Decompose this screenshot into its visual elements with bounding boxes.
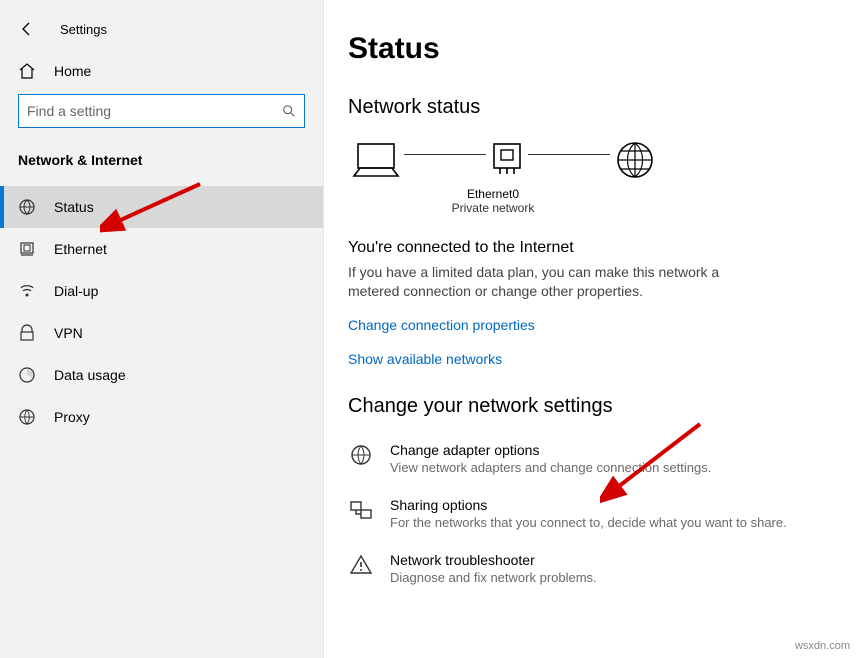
setting-label: Change adapter options <box>390 442 711 458</box>
connected-title: You're connected to the Internet <box>348 239 836 257</box>
nav-label: Status <box>54 199 94 215</box>
sharing-icon <box>348 497 374 523</box>
network-type: Private network <box>348 201 638 215</box>
nav-item-proxy[interactable]: Proxy <box>0 396 323 438</box>
nav-label: Ethernet <box>54 241 107 257</box>
network-name: Ethernet0 <box>348 187 638 201</box>
setting-desc: Diagnose and fix network problems. <box>390 570 597 585</box>
search-box[interactable] <box>18 94 305 128</box>
adapter-icon <box>490 140 524 180</box>
ethernet-icon <box>18 240 36 258</box>
adapter-options-icon <box>348 442 374 468</box>
nav-label: Data usage <box>54 367 126 383</box>
main-content: Status Network status Ethernet0 Private … <box>324 0 860 658</box>
nav-label: Dial-up <box>54 283 98 299</box>
back-button[interactable] <box>18 20 36 38</box>
network-diagram <box>348 139 836 181</box>
link-change-connection-properties[interactable]: Change connection properties <box>348 317 836 333</box>
globe-icon <box>614 139 656 181</box>
setting-label: Sharing options <box>390 497 787 513</box>
nav-item-vpn[interactable]: VPN <box>0 312 323 354</box>
section-change-settings: Change your network settings <box>348 395 836 418</box>
nav-item-ethernet[interactable]: Ethernet <box>0 228 323 270</box>
dialup-icon <box>18 282 36 300</box>
setting-change-adapter-options[interactable]: Change adapter options View network adap… <box>348 442 836 475</box>
category-heading: Network & Internet <box>0 148 323 186</box>
app-title: Settings <box>60 22 107 37</box>
connected-desc: If you have a limited data plan, you can… <box>348 263 768 301</box>
setting-label: Network troubleshooter <box>390 552 597 568</box>
watermark: wsxdn.com <box>795 640 850 652</box>
datausage-icon <box>18 366 36 384</box>
search-input[interactable] <box>27 103 282 119</box>
sidebar: Settings Home Network & Internet Status … <box>0 0 324 658</box>
pc-icon <box>352 140 400 180</box>
nav-item-dialup[interactable]: Dial-up <box>0 270 323 312</box>
nav-label: VPN <box>54 325 83 341</box>
troubleshooter-icon <box>348 552 374 578</box>
search-icon <box>282 104 296 118</box>
diagram-labels: Ethernet0 Private network <box>348 187 638 215</box>
nav-label: Proxy <box>54 409 90 425</box>
link-show-available-networks[interactable]: Show available networks <box>348 351 836 367</box>
page-title: Status <box>348 32 836 66</box>
nav-item-status[interactable]: Status <box>0 186 323 228</box>
nav-item-datausage[interactable]: Data usage <box>0 354 323 396</box>
setting-network-troubleshooter[interactable]: Network troubleshooter Diagnose and fix … <box>348 552 836 585</box>
home-icon <box>18 62 36 80</box>
status-icon <box>18 198 36 216</box>
home-button[interactable]: Home <box>0 56 323 94</box>
setting-desc: View network adapters and change connect… <box>390 460 711 475</box>
section-network-status: Network status <box>348 96 836 119</box>
setting-sharing-options[interactable]: Sharing options For the networks that yo… <box>348 497 836 530</box>
setting-desc: For the networks that you connect to, de… <box>390 515 787 530</box>
proxy-icon <box>18 408 36 426</box>
vpn-icon <box>18 324 36 342</box>
home-label: Home <box>54 63 91 79</box>
